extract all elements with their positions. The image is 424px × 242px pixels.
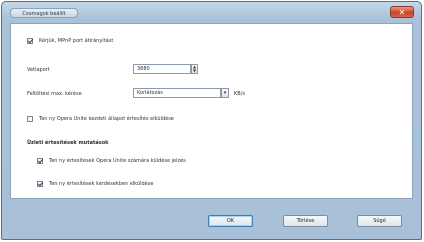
notify-label: Ten ny Opera Unite kezdeti állapot értes… xyxy=(39,116,174,122)
close-icon: ✕ xyxy=(398,8,406,17)
notifications-section-title: Üzleti értesítések mutatások xyxy=(27,140,109,146)
help-button[interactable]: Súgó xyxy=(357,215,402,227)
upnp-label: Kérjük, MPnP port átirányítást xyxy=(39,38,114,44)
notification-checkbox[interactable] xyxy=(37,181,43,187)
chevron-down-icon: ▾ xyxy=(223,90,227,96)
cancel-button[interactable]: Törlése xyxy=(283,215,328,227)
port-input[interactable]: 3880 xyxy=(133,64,191,74)
upload-label-row: Feltöltési max. kérése xyxy=(27,91,82,97)
settings-dialog: Csomagok beállít ✕ Kérjük, MPnP port áti… xyxy=(1,1,422,240)
close-button[interactable]: ✕ xyxy=(390,6,414,18)
notification-label: Ten ny értesítések kérdésekben elküldése xyxy=(49,181,154,187)
upload-limit-dropdown[interactable]: ▾ xyxy=(221,88,229,98)
upload-limit-select[interactable]: Korlátozás xyxy=(133,88,221,98)
notification-label: Ten ny értesítések Opera Unite számára k… xyxy=(49,158,186,164)
upload-limit-label: Feltöltési max. kérése xyxy=(27,91,82,97)
upnp-row[interactable]: Kérjük, MPnP port átirányítást xyxy=(27,38,113,44)
notification-checkbox[interactable] xyxy=(37,158,43,164)
notification-item[interactable]: Ten ny értesítések Opera Unite számára k… xyxy=(37,158,186,164)
ok-button[interactable]: OK xyxy=(208,215,253,227)
dialog-content: Kérjük, MPnP port átirányítást Vetlaport… xyxy=(10,23,413,199)
unit-row: KB/s xyxy=(234,91,245,97)
port-spinner[interactable]: ▲ ▼ xyxy=(191,64,198,74)
port-label: Vetlaport xyxy=(27,67,50,73)
notify-row[interactable]: Ten ny Opera Unite kezdeti állapot értes… xyxy=(27,116,174,122)
notification-item[interactable]: Ten ny értesítések kérdésekben elküldése xyxy=(37,181,153,187)
spin-down-icon: ▼ xyxy=(192,68,197,73)
upnp-checkbox[interactable] xyxy=(27,38,33,44)
dialog-title: Csomagok beállít xyxy=(10,8,78,18)
notifications-heading-row: Üzleti értesítések mutatások xyxy=(27,140,109,146)
notify-checkbox[interactable] xyxy=(27,116,33,122)
upload-unit-label: KB/s xyxy=(234,91,245,97)
port-label-row: Vetlaport xyxy=(27,67,50,73)
